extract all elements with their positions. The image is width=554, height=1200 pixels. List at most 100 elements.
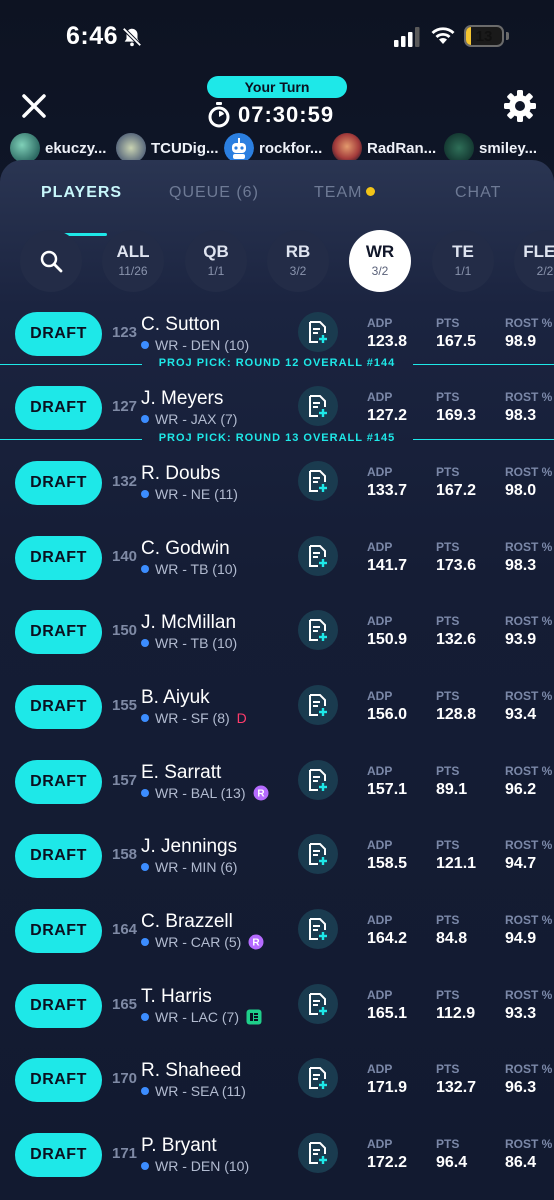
add-to-queue-icon	[309, 993, 327, 1015]
player-name[interactable]: E. Sarratt	[141, 762, 221, 784]
pts-value: 167.5	[436, 333, 477, 350]
position-dot	[141, 938, 149, 946]
player-name[interactable]: C. Godwin	[141, 538, 230, 560]
add-to-queue-button[interactable]	[298, 461, 338, 501]
draft-timer: 07:30:59	[208, 100, 348, 130]
proj-pick-text: PROJ PICK: ROUND 13 OVERALL #145	[158, 432, 396, 444]
add-to-queue-button[interactable]	[298, 760, 338, 800]
rookie-badge-icon: R	[253, 785, 268, 801]
pts-label: PTS	[436, 913, 460, 927]
add-to-queue-button[interactable]	[298, 312, 338, 352]
draft-button[interactable]: DRAFT	[15, 760, 102, 804]
player-info: WR - SEA (11)	[141, 1083, 246, 1099]
player-name[interactable]: B. Aiyuk	[141, 687, 210, 709]
player-rank: 171	[112, 1145, 138, 1162]
player-name[interactable]: C. Brazzell	[141, 911, 233, 933]
add-to-queue-button[interactable]	[298, 685, 338, 725]
your-turn-badge: Your Turn	[207, 76, 347, 98]
filter-wr[interactable]: WR 3/2	[349, 230, 411, 292]
filter-all[interactable]: ALL 11/26	[102, 230, 164, 292]
player-row: DRAFT 157 E. Sarratt WR - BAL (13) R ADP 157.1…	[0, 760, 554, 820]
draft-button[interactable]: DRAFT	[15, 1058, 102, 1102]
draft-button[interactable]: DRAFT	[15, 461, 102, 505]
pts-label: PTS	[436, 540, 460, 554]
add-to-queue-icon	[309, 694, 327, 716]
draft-button[interactable]: DRAFT	[15, 312, 102, 356]
draft-button[interactable]: DRAFT	[15, 536, 102, 580]
avatar	[116, 133, 146, 163]
adp-label: ADP	[367, 316, 393, 330]
adp-value: 133.7	[367, 482, 408, 499]
filter-qb[interactable]: QB 1/1	[185, 230, 247, 292]
draft-button[interactable]: DRAFT	[15, 909, 102, 953]
player-name[interactable]: J. Jennings	[141, 836, 237, 858]
filter-te[interactable]: TE 1/1	[432, 230, 494, 292]
add-to-queue-button[interactable]	[298, 1133, 338, 1173]
svg-text:R: R	[257, 789, 265, 800]
position-dot	[141, 490, 149, 498]
rost-label: ROST %	[505, 316, 553, 330]
rost-value: 93.3	[505, 1005, 537, 1022]
player-name[interactable]: R. Doubs	[141, 463, 220, 485]
filter-rb[interactable]: RB 3/2	[267, 230, 329, 292]
tab-chat[interactable]: CHAT	[455, 184, 501, 202]
position-dot	[141, 565, 149, 573]
adp-label: ADP	[367, 689, 393, 703]
player-row: DRAFT 170 R. Shaheed WR - SEA (11) ADP 171.9 P…	[0, 1058, 554, 1118]
add-to-queue-button[interactable]	[298, 386, 338, 426]
add-to-queue-button[interactable]	[298, 909, 338, 949]
tab-players[interactable]: PLAYERS	[41, 184, 122, 202]
search-button[interactable]	[20, 230, 82, 292]
player-team: WR - TB (10)	[155, 635, 238, 651]
add-to-queue-button[interactable]	[298, 834, 338, 874]
add-to-queue-button[interactable]	[298, 984, 338, 1024]
adp-label: ADP	[367, 614, 393, 628]
add-to-queue-icon	[309, 619, 327, 641]
draft-button[interactable]: DRAFT	[15, 834, 102, 878]
add-to-queue-button[interactable]	[298, 1058, 338, 1098]
filter-flex[interactable]: FLEX 2/2	[514, 230, 554, 292]
draft-button[interactable]: DRAFT	[15, 1133, 102, 1177]
player-name[interactable]: C. Sutton	[141, 314, 220, 336]
wifi-icon	[431, 27, 455, 44]
tab-team[interactable]: TEAM	[314, 184, 376, 202]
filter-count: 3/2	[371, 264, 389, 278]
add-to-queue-icon	[309, 769, 327, 791]
player-name[interactable]: J. McMillan	[141, 612, 236, 634]
pts-label: PTS	[436, 390, 460, 404]
gear-icon[interactable]	[502, 88, 538, 124]
draft-button[interactable]: DRAFT	[15, 610, 102, 654]
battery-indicator: 13	[464, 25, 504, 47]
player-name[interactable]: R. Shaheed	[141, 1060, 241, 1082]
player-team: WR - BAL (13)	[155, 785, 246, 801]
add-to-queue-button[interactable]	[298, 610, 338, 650]
add-to-queue-icon	[309, 918, 327, 940]
player-team: WR - TB (10)	[155, 561, 238, 577]
add-to-queue-button[interactable]	[298, 536, 338, 576]
player-name[interactable]: T. Harris	[141, 986, 212, 1008]
player-name[interactable]: P. Bryant	[141, 1135, 217, 1157]
player-info: WR - JAX (7)	[141, 411, 237, 427]
pts-label: PTS	[436, 988, 460, 1002]
avatar	[332, 133, 362, 163]
draft-screen: 6:46 13 Your Turn 07:30:59 ekuczy... TCU…	[0, 0, 554, 1200]
player-name[interactable]: J. Meyers	[141, 388, 223, 410]
drafter-name: RadRan...	[367, 139, 437, 157]
pts-value: 173.6	[436, 557, 477, 574]
close-icon[interactable]	[18, 90, 50, 122]
rost-label: ROST %	[505, 988, 553, 1002]
draft-button[interactable]: DRAFT	[15, 685, 102, 729]
tab-queue[interactable]: QUEUE (6)	[169, 184, 259, 202]
player-info: WR - DEN (10)	[141, 337, 249, 353]
pts-value: 132.7	[436, 1079, 477, 1096]
drafter-name: smiley...	[479, 139, 538, 157]
draft-button[interactable]: DRAFT	[15, 386, 102, 430]
proj-pick-divider: PROJ PICK: ROUND 12 OVERALL #144	[0, 357, 554, 373]
adp-value: 158.5	[367, 855, 408, 872]
status-time: 6:46	[66, 22, 119, 50]
pts-value: 112.9	[436, 1005, 476, 1022]
draft-button[interactable]: DRAFT	[15, 984, 102, 1028]
adp-label: ADP	[367, 913, 393, 927]
position-filters: ALL 11/26 QB 1/1 RB 3/2 WR 3/2 TE 1/1 FL…	[0, 230, 554, 292]
add-to-queue-icon	[309, 321, 327, 343]
